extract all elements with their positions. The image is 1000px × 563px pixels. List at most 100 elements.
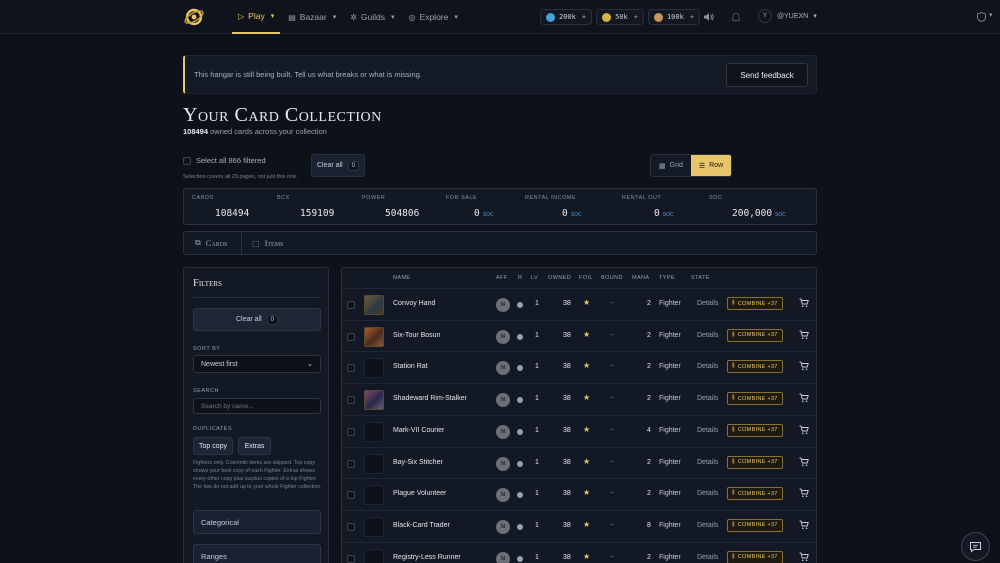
card-name[interactable]: Bay-Six Stitcher [393, 459, 443, 466]
grid-view-button[interactable]: ▦ Grid [651, 155, 691, 176]
speaker-icon[interactable] [703, 12, 714, 22]
send-feedback-button[interactable]: Send feedback [726, 63, 808, 87]
col-name[interactable]: NAME [393, 275, 411, 281]
user-menu[interactable]: Y @YUEXN ▾ [758, 9, 817, 23]
row-checkbox[interactable] [347, 522, 355, 531]
cart-icon[interactable] [799, 425, 809, 435]
chevron-down-icon[interactable]: ▾ [989, 11, 993, 19]
col-owned[interactable]: OWNED [548, 275, 571, 281]
cart-icon[interactable] [799, 457, 809, 467]
cart-icon[interactable] [799, 298, 809, 308]
search-input[interactable]: Search by name... [193, 398, 321, 414]
chat-button[interactable] [961, 532, 990, 561]
table-row[interactable]: Convoy Hand N 1 38 ★ – 2 Fighter Details ⫼ COMBINE… [342, 288, 816, 320]
table-row[interactable]: Black-Card Trader N 1 38 ★ – 8 Fighter Details ⫼ C… [342, 509, 816, 542]
card-name[interactable]: Station Rat [393, 363, 428, 370]
col-aff[interactable]: AFF [496, 275, 508, 281]
row-checkbox[interactable] [347, 554, 355, 563]
table-row[interactable]: Mark-VII Courier N 1 38 ★ – 4 Fighter Details ⫼ CO… [342, 414, 816, 447]
card-thumbnail[interactable] [364, 358, 384, 379]
col-bound[interactable]: BOUND [601, 275, 623, 281]
col-state[interactable]: STATE [691, 275, 710, 281]
tab-items[interactable]: ⬚ Items [252, 232, 283, 254]
sort-select[interactable]: Newest first ⌄ [193, 355, 321, 373]
wallet-soc[interactable]: 200k + [540, 9, 593, 25]
details-link[interactable]: Details [697, 554, 718, 561]
clear-selection-button[interactable]: Clear all 0 [311, 154, 365, 177]
details-link[interactable]: Details [697, 395, 718, 402]
cart-icon[interactable] [799, 552, 809, 562]
row-checkbox[interactable] [347, 364, 355, 373]
extras-button[interactable]: Extras [238, 437, 271, 455]
details-link[interactable]: Details [697, 332, 718, 339]
card-thumbnail[interactable] [364, 453, 384, 474]
card-thumbnail[interactable] [364, 421, 384, 442]
nav-guilds[interactable]: ✲ Guilds ▾ [344, 0, 400, 34]
combine-button[interactable]: ⫼ COMBINE +37 [727, 360, 783, 374]
cart-icon[interactable] [799, 488, 809, 498]
card-thumbnail[interactable] [364, 485, 384, 506]
card-thumbnail[interactable] [364, 390, 384, 411]
cart-icon[interactable] [799, 393, 809, 403]
table-row[interactable]: Plague Volunteer N 1 38 ★ – 2 Fighter Details ⫼ CO… [342, 478, 816, 510]
row-checkbox[interactable] [347, 427, 355, 436]
card-thumbnail[interactable] [364, 548, 384, 563]
table-row[interactable]: Registry-Less Runner N 1 38 ★ – 2 Fighter Detail… [342, 541, 816, 563]
add-funds-button[interactable]: + [690, 13, 694, 21]
categorical-section[interactable]: Categorical [193, 510, 321, 534]
table-row[interactable]: Six-Tour Bosun N 1 38 ★ – 2 Fighter Details ⫼ COMB… [342, 319, 816, 352]
wallet-gold[interactable]: 50k + [596, 9, 644, 25]
combine-button[interactable]: ⫼ COMBINE +37 [727, 328, 783, 342]
details-link[interactable]: Details [697, 490, 718, 497]
cart-icon[interactable] [799, 361, 809, 371]
combine-button[interactable]: ⫼ COMBINE +37 [727, 423, 783, 437]
combine-button[interactable]: ⫼ COMBINE +37 [727, 455, 783, 469]
add-funds-button[interactable]: + [634, 13, 638, 21]
row-checkbox[interactable] [347, 491, 355, 500]
select-all-checkbox[interactable]: Select all 866 filtered [183, 156, 266, 165]
checkbox[interactable] [183, 156, 191, 165]
table-row[interactable]: Bay-Six Stitcher N 1 38 ★ – 2 Fighter Details ⫼ CO… [342, 446, 816, 479]
wallet-bronze[interactable]: 100k + [647, 9, 701, 25]
cart-icon[interactable] [799, 330, 809, 340]
card-thumbnail[interactable] [364, 326, 384, 347]
card-thumbnail[interactable] [364, 295, 384, 315]
row-view-button[interactable]: ☰ Row [690, 155, 732, 176]
top-copy-button[interactable]: Top copy [193, 437, 233, 455]
table-row[interactable]: Station Rat N 1 38 ★ – 2 Fighter Details ⫼ COMBINE… [342, 351, 816, 383]
card-name[interactable]: Black-Card Trader [393, 522, 450, 529]
tab-cards[interactable]: ⧉ Cards [184, 232, 242, 254]
bell-icon[interactable] [731, 12, 741, 22]
card-name[interactable]: Registry-Less Runner [393, 554, 461, 561]
card-thumbnail[interactable] [364, 516, 384, 537]
row-checkbox[interactable] [347, 301, 355, 309]
nav-bazaar[interactable]: ▤ Bazaar ▾ [282, 0, 342, 34]
details-link[interactable]: Details [697, 522, 718, 529]
combine-button[interactable]: ⫼ COMBINE +37 [727, 392, 783, 406]
nav-explore[interactable]: ◎ Explore ▾ [403, 0, 464, 34]
details-link[interactable]: Details [697, 363, 718, 370]
add-funds-button[interactable]: + [582, 13, 586, 21]
col-mana[interactable]: MANA [632, 275, 650, 281]
table-row[interactable]: Shadeward Rim-Stalker N 1 38 ★ – 2 Fighter Detai… [342, 383, 816, 415]
col-foil[interactable]: FOIL [579, 275, 593, 281]
card-name[interactable]: Six-Tour Bosun [393, 332, 440, 339]
card-name[interactable]: Plague Volunteer [393, 490, 446, 497]
ranges-section[interactable]: Ranges [193, 544, 321, 563]
shield-icon[interactable] [977, 12, 986, 22]
combine-button[interactable]: ⫼ COMBINE +37 [727, 550, 783, 563]
cart-icon[interactable] [799, 520, 809, 530]
card-name[interactable]: Mark-VII Courier [393, 427, 444, 434]
col-lv[interactable]: LV [531, 275, 538, 281]
row-checkbox[interactable] [347, 459, 355, 468]
clear-filters-button[interactable]: Clear all 0 [193, 308, 321, 331]
combine-button[interactable]: ⫼ COMBINE +37 [727, 297, 783, 310]
combine-button[interactable]: ⫼ COMBINE +37 [727, 487, 783, 501]
row-checkbox[interactable] [347, 396, 355, 405]
nav-play[interactable]: ▷ Play ▾ [232, 0, 281, 34]
card-name[interactable]: Convoy Hand [393, 300, 435, 307]
logo-icon[interactable] [183, 6, 205, 28]
row-checkbox[interactable] [347, 332, 355, 341]
combine-button[interactable]: ⫼ COMBINE +37 [727, 518, 783, 532]
details-link[interactable]: Details [697, 300, 718, 307]
